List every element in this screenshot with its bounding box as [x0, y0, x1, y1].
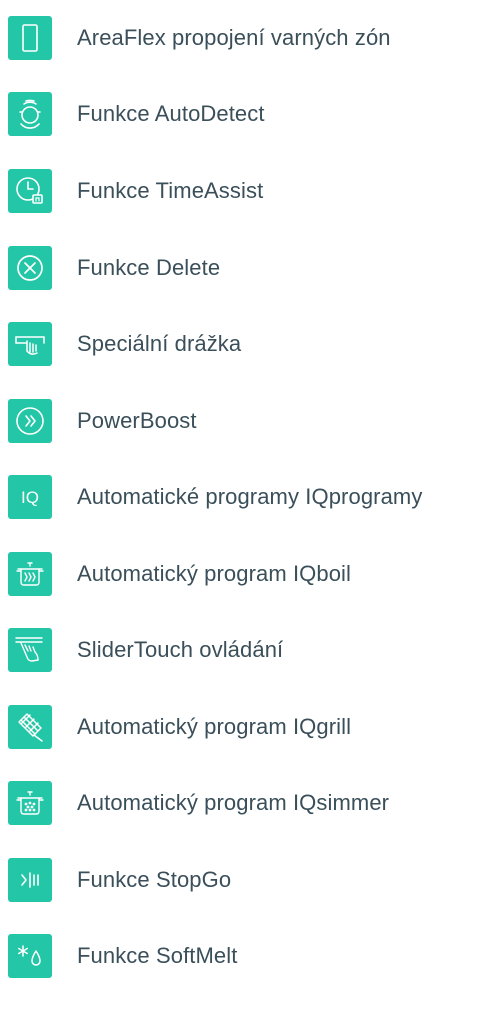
- feature-label-iqgrill: Automatický program IQgrill: [77, 714, 352, 739]
- iqboil-icon: [8, 552, 52, 596]
- iq-glyph: IQ: [21, 488, 39, 507]
- feature-item-iqsimmer: Automatický program IQsimmer: [0, 773, 500, 833]
- timeassist-icon: [8, 169, 52, 213]
- feature-label-iqboil: Automatický program IQboil: [77, 561, 352, 586]
- areaflex-icon: [8, 16, 52, 60]
- delete-icon: [8, 246, 52, 290]
- autodetect-icon: [8, 92, 52, 136]
- powerboost-icon: [8, 399, 52, 443]
- feature-item-areaflex: AreaFlex propojení varných zón: [0, 8, 500, 68]
- feature-label-autodetect: Funkce AutoDetect: [77, 101, 265, 126]
- iq-programs-icon: IQ: [8, 475, 52, 519]
- feature-list: AreaFlex propojení varných zón Funkce Au…: [0, 0, 500, 1015]
- iqsimmer-icon: [8, 781, 52, 825]
- feature-label-iqsimmer: Automatický program IQsimmer: [77, 790, 390, 815]
- feature-label-special-groove: Speciální drážka: [77, 331, 242, 356]
- feature-label-softmelt: Funkce SoftMelt: [77, 943, 238, 968]
- slidertouch-icon: [8, 628, 52, 672]
- feature-label-iq-programs: Automatické programy IQprogramy: [77, 484, 423, 509]
- feature-label-slidertouch: SliderTouch ovládání: [77, 637, 284, 662]
- feature-item-powerboost: PowerBoost: [0, 391, 500, 451]
- feature-label-areaflex: AreaFlex propojení varných zón: [77, 25, 391, 50]
- stopgo-icon: [8, 858, 52, 902]
- feature-label-powerboost: PowerBoost: [77, 408, 197, 433]
- feature-item-slidertouch: SliderTouch ovládání: [0, 620, 500, 680]
- feature-label-stopgo: Funkce StopGo: [77, 867, 232, 892]
- feature-label-timeassist: Funkce TimeAssist: [77, 178, 264, 203]
- feature-item-timeassist: Funkce TimeAssist: [0, 161, 500, 221]
- softmelt-icon: [8, 934, 52, 978]
- feature-label-delete: Funkce Delete: [77, 255, 221, 280]
- feature-item-delete: Funkce Delete: [0, 238, 500, 298]
- feature-item-softmelt: Funkce SoftMelt: [0, 926, 500, 986]
- feature-item-special-groove: Speciální drážka: [0, 314, 500, 374]
- feature-item-iqgrill: Automatický program IQgrill: [0, 697, 500, 757]
- feature-item-iqboil: Automatický program IQboil: [0, 544, 500, 604]
- special-groove-icon: [8, 322, 52, 366]
- feature-item-iq-programs: IQ Automatické programy IQprogramy: [0, 467, 500, 527]
- feature-item-stopgo: Funkce StopGo: [0, 850, 500, 910]
- iqgrill-icon: [8, 705, 52, 749]
- feature-item-autodetect: Funkce AutoDetect: [0, 84, 500, 144]
